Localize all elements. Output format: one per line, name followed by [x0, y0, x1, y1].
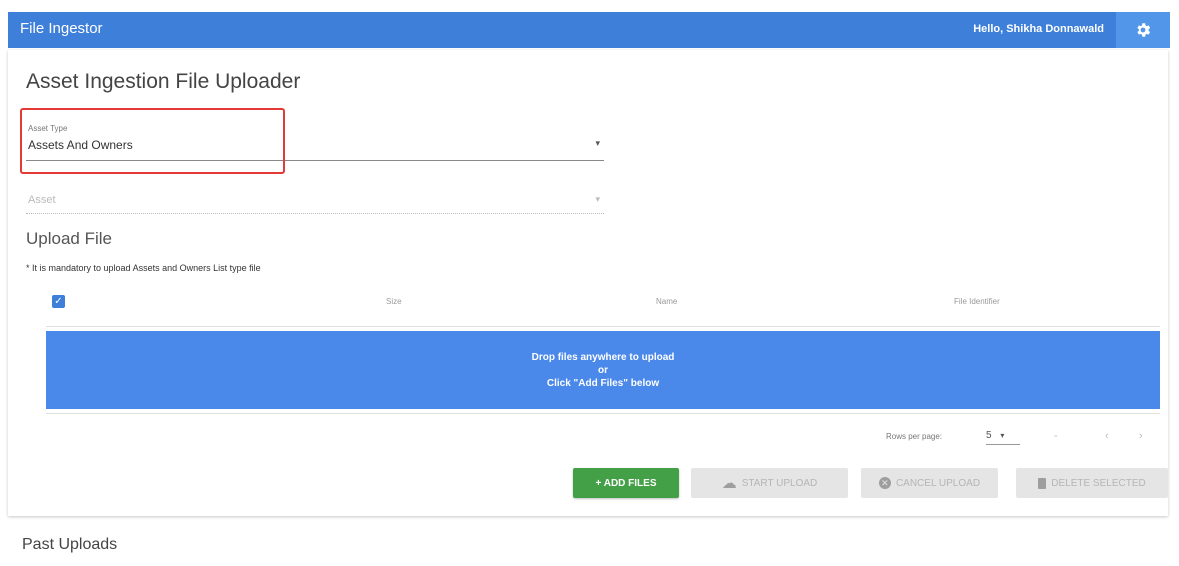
start-upload-button[interactable]: ☁ START UPLOAD: [691, 468, 848, 498]
chevron-down-icon: ▾: [595, 138, 600, 148]
upload-file-title: Upload File: [26, 229, 112, 248]
column-file-identifier[interactable]: File Identifier: [954, 297, 1000, 306]
rows-per-page-value: 5: [986, 430, 992, 441]
add-files-button[interactable]: + ADD FILES: [573, 468, 679, 498]
mandatory-note: * It is mandatory to upload Assets and O…: [26, 263, 261, 273]
column-name[interactable]: Name: [656, 297, 677, 306]
gear-icon: [1137, 23, 1151, 37]
next-page-icon[interactable]: ›: [1139, 430, 1143, 442]
user-greeting: Hello, Shikha Donnawald: [973, 23, 1104, 35]
chevron-down-icon: ▾: [1000, 431, 1005, 440]
delete-selected-button[interactable]: DELETE SELECTED: [1016, 468, 1168, 498]
trash-icon: [1038, 477, 1047, 489]
highlight-box: [20, 108, 285, 174]
past-uploads-title: Past Uploads: [22, 536, 118, 553]
asset-select[interactable]: Asset ▾: [26, 191, 604, 214]
app-title: File Ingestor: [20, 20, 103, 37]
asset-placeholder: Asset: [28, 194, 56, 206]
prev-page-icon[interactable]: ‹: [1105, 430, 1109, 442]
settings-button[interactable]: [1116, 12, 1170, 48]
dropzone-line1: Drop files anywhere to upload: [531, 351, 675, 363]
chevron-down-icon: ▾: [595, 194, 600, 204]
start-upload-label: START UPLOAD: [741, 477, 818, 489]
add-files-label: + ADD FILES: [595, 477, 657, 489]
cancel-icon: ✕: [878, 477, 891, 489]
delete-selected-label: DELETE SELECTED: [1051, 477, 1146, 489]
file-table-header: ✓ Size Name File Identifier: [46, 284, 1160, 327]
cloud-upload-icon: ☁: [721, 475, 737, 492]
dropzone-line2: or: [598, 364, 608, 376]
page-range: -: [1054, 430, 1058, 442]
cancel-upload-button[interactable]: ✕ CANCEL UPLOAD: [861, 468, 998, 498]
uploader-card: Asset Ingestion File Uploader Asset Type…: [8, 50, 1168, 516]
select-all-checkbox[interactable]: ✓: [52, 295, 65, 308]
rows-per-page-label: Rows per page:: [886, 432, 943, 441]
divider: [46, 413, 1160, 414]
cancel-upload-label: CANCEL UPLOAD: [895, 477, 981, 489]
app-header: File Ingestor Hello, Shikha Donnawald: [8, 12, 1170, 48]
page-title: Asset Ingestion File Uploader: [26, 70, 301, 93]
dropzone-line3: Click "Add Files" below: [546, 377, 660, 389]
rows-per-page-select[interactable]: 5 ▾: [986, 430, 1020, 445]
file-dropzone[interactable]: Drop files anywhere to upload or Click "…: [46, 331, 1160, 409]
column-size[interactable]: Size: [386, 297, 402, 306]
